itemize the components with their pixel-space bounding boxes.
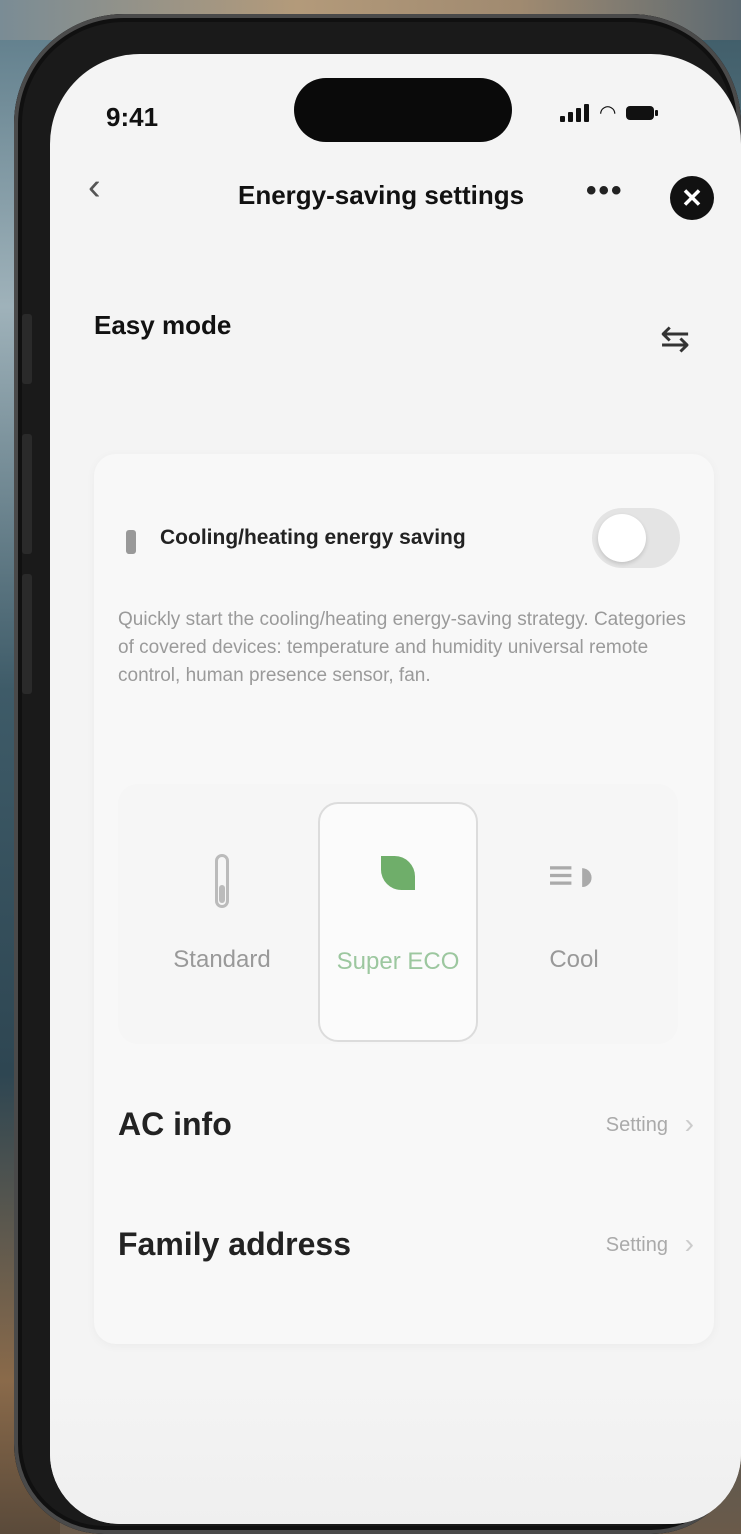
signal-icon (560, 104, 589, 122)
more-icon[interactable]: ••• (586, 174, 624, 208)
energy-saving-card: Cooling/heating energy saving Quickly st… (94, 454, 714, 1344)
mode-cool[interactable]: ≡◗ Cool (494, 802, 654, 1042)
page-title: Energy-saving settings (238, 180, 525, 210)
back-icon[interactable]: ‹ (88, 166, 101, 209)
mode-standard[interactable]: Standard (142, 802, 302, 1042)
leaf-icon (381, 856, 415, 890)
mode-super-eco[interactable]: Super ECO (318, 802, 478, 1042)
battery-icon (626, 106, 659, 120)
row-value: Setting (605, 1114, 668, 1136)
row-label: AC info (118, 1106, 232, 1142)
fan-icon: ≡◗ (547, 851, 601, 900)
side-button (22, 574, 32, 694)
chevron-right-icon: › (684, 1228, 694, 1259)
phone-frame: 9:41 ◠ ‹ Energy-saving settings ••• ✕ Ea… (14, 14, 741, 1534)
toggle-knob (598, 514, 646, 562)
cooling-heating-description: Quickly start the cooling/heating energy… (118, 609, 686, 686)
mode-label: Cool (549, 946, 599, 973)
settings-row-ac-info[interactable]: AC info Setting › (118, 1094, 698, 1154)
status-icons: ◠ (560, 102, 659, 124)
wifi-icon: ◠ (599, 102, 617, 124)
side-button (22, 314, 32, 384)
bottom-area (50, 1384, 741, 1524)
dynamic-island (294, 78, 512, 142)
mode-selector: Standard Super ECO ≡◗ Cool (118, 784, 678, 1044)
side-button (22, 434, 32, 554)
close-icon[interactable]: ✕ (670, 176, 714, 220)
row-label: Family address (118, 1226, 351, 1262)
row-value: Setting (605, 1234, 668, 1256)
chevron-right-icon: › (684, 1108, 694, 1139)
app-screen: 9:41 ◠ ‹ Energy-saving settings ••• ✕ Ea… (50, 54, 741, 1524)
section-title: Easy mode (94, 310, 232, 340)
status-time: 9:41 (106, 102, 159, 132)
cooling-heating-icon (126, 530, 136, 554)
mode-label: Standard (173, 946, 271, 973)
cooling-heating-title: Cooling/heating energy saving (160, 526, 466, 549)
swap-icon[interactable]: ⇆ (660, 318, 690, 360)
thermometer-icon (215, 854, 229, 908)
mode-label: Super ECO (336, 948, 460, 975)
cooling-heating-toggle[interactable] (592, 508, 680, 568)
settings-row-family-address[interactable]: Family address Setting › (118, 1214, 698, 1274)
